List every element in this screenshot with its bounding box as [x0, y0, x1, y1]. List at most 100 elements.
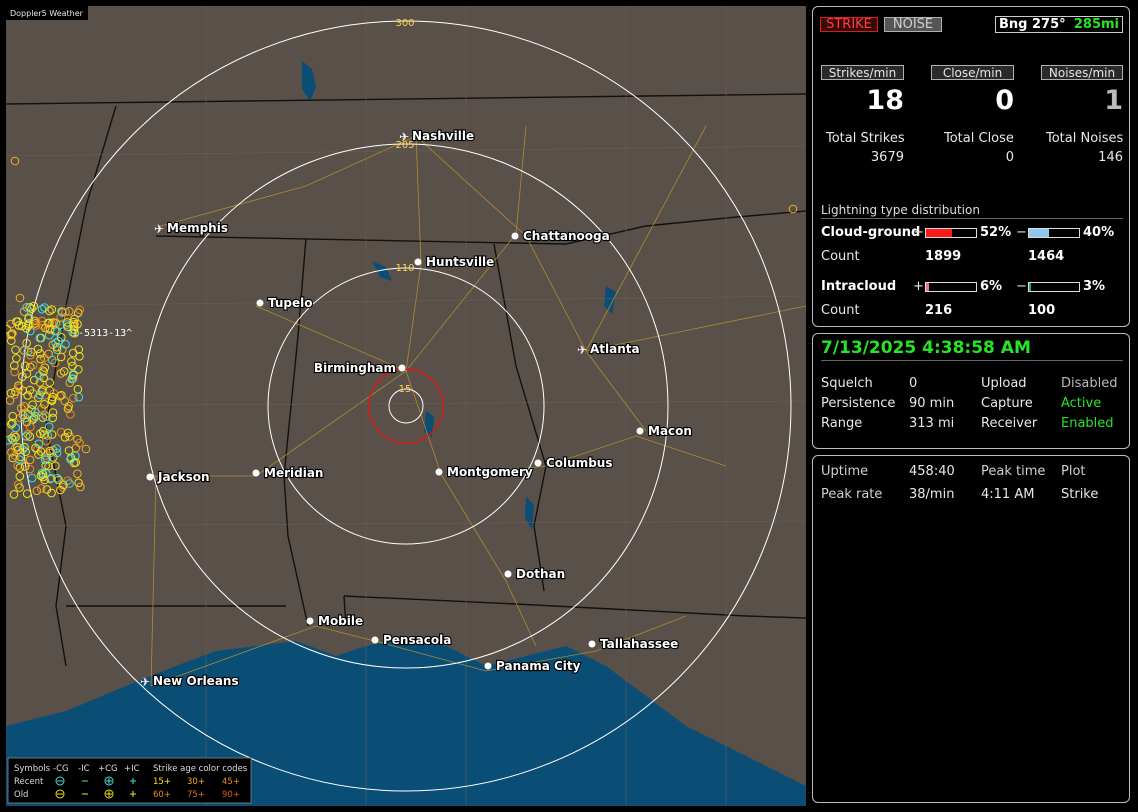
city-label: New Orleans [153, 674, 239, 688]
lightning-map[interactable]: 300 205 110 15 ✈ Nashville✈ MemphisChattan… [6, 6, 806, 806]
squelch-value: 0 [909, 376, 918, 391]
legend-header-pos-cg: +CG [98, 764, 118, 774]
total-noises-label: Total Noises [1046, 131, 1124, 146]
city-chattanooga: Chattanooga [511, 228, 611, 244]
plot-value: Strike [1061, 487, 1099, 502]
city-label: Chattanooga [523, 229, 610, 243]
squelch-label: Squelch [821, 376, 873, 391]
ic-label: Intracloud [821, 279, 897, 294]
cg-count-label: Count [821, 249, 860, 264]
range-label-300: 300 [395, 18, 414, 29]
datetime-display: 7/13/2025 4:38:58 AM [821, 338, 1031, 358]
city-tallahassee: Tallahassee [588, 636, 679, 652]
app-title: Doppler5 Weather [10, 9, 84, 18]
age-90: 90+ [222, 790, 240, 800]
city-dot-icon [398, 364, 406, 372]
settings-panel: 7/13/2025 4:38:58 AM Squelch 0 Upload Di… [812, 333, 1130, 449]
distance-value: 285mi [1073, 17, 1119, 32]
range-label-15: 15 [399, 384, 412, 395]
ic-negative-count: 100 [1028, 303, 1056, 318]
city-pensacola: Pensacola [371, 632, 452, 648]
city-dot-icon [252, 469, 260, 477]
ic-negative-pct: 3% [1083, 279, 1106, 294]
ic-count-label: Count [821, 303, 860, 318]
receiver-value: Enabled [1061, 416, 1114, 431]
city-dot-icon [435, 468, 443, 476]
receiver-label: Receiver [981, 416, 1038, 431]
city-dot-icon [371, 636, 379, 644]
uptime-value: 458:40 [909, 464, 955, 479]
legend-header-neg-cg: -CG [53, 764, 69, 774]
capture-value: Active [1061, 396, 1102, 411]
noise-button[interactable]: NOISE [884, 17, 942, 32]
city-label: Macon [648, 424, 692, 438]
distribution-title: Lightning type distribution [821, 203, 980, 217]
airport-icon: ✈ [577, 343, 587, 357]
city-label: Huntsville [426, 255, 494, 269]
close-per-min-button[interactable]: Close/min [931, 65, 1014, 80]
ic-positive-bar [925, 282, 977, 292]
age-60: 60+ [153, 790, 171, 800]
city-label: Pensacola [383, 633, 451, 647]
cg-minus-sign: − [1016, 225, 1027, 240]
uptime-panel: Uptime 458:40 Peak time Plot Peak rate 3… [812, 455, 1130, 803]
city-montgomery: Montgomery [435, 464, 534, 480]
total-close-value: 0 [1005, 150, 1014, 165]
city-label: Nashville [412, 129, 474, 143]
ic-minus-sign: − [1016, 279, 1027, 294]
range-label-110: 110 [395, 263, 414, 274]
age-75: 75+ [187, 790, 205, 800]
total-close-label: Total Close [944, 131, 1014, 146]
upload-value: Disabled [1061, 376, 1118, 391]
peak-time-value: 4:11 AM [981, 487, 1035, 502]
city-dot-icon [256, 299, 264, 307]
city-dot-icon [534, 459, 542, 467]
city-label: Jackson [157, 470, 210, 484]
capture-label: Capture [981, 396, 1033, 411]
ic-positive-pct: 6% [980, 279, 1003, 294]
route-label: I-5313-13^ [72, 328, 132, 339]
city-dot-icon [511, 232, 519, 240]
cg-positive-bar [925, 228, 977, 238]
city-label: Tupelo [268, 296, 313, 310]
city-meridian: Meridian [252, 465, 325, 481]
city-dot-icon [484, 662, 492, 670]
upload-label: Upload [981, 376, 1027, 391]
range-label: Range [821, 416, 863, 431]
city-label: Birmingham [314, 361, 396, 375]
peak-rate-value: 38/min [909, 487, 955, 502]
city-dot-icon [636, 427, 644, 435]
city-label: Dothan [516, 567, 565, 581]
uptime-label: Uptime [821, 464, 869, 479]
city-birmingham: Birmingham [313, 360, 406, 376]
persistence-label: Persistence [821, 396, 896, 411]
cg-positive-pct: 52% [980, 225, 1012, 240]
plot-label: Plot [1061, 464, 1086, 479]
noises-per-min-value: 1 [1104, 85, 1123, 116]
city-dot-icon [306, 617, 314, 625]
city-label: Columbus [546, 456, 613, 470]
airport-icon: ✈ [154, 222, 164, 236]
ic-negative-bar [1028, 282, 1080, 292]
datetime-divider [821, 360, 1123, 361]
city-dot-icon [504, 570, 512, 578]
peak-rate-label: Peak rate [821, 487, 883, 502]
city-label: Mobile [318, 614, 363, 628]
distribution-divider [821, 218, 1123, 219]
cg-negative-count: 1464 [1028, 249, 1065, 264]
city-atlanta: ✈ Atlanta [577, 341, 641, 357]
legend-recent-label: Recent [14, 777, 44, 787]
noises-per-min-button[interactable]: Noises/min [1041, 65, 1123, 80]
peak-time-label: Peak time [981, 464, 1046, 479]
strike-stats-panel: STRIKE NOISE Bng 275° 285mi Strikes/min … [812, 6, 1130, 327]
strikes-per-min-button[interactable]: Strikes/min [821, 65, 904, 80]
range-value: 313 mi [909, 416, 955, 431]
strike-button[interactable]: STRIKE [820, 17, 878, 32]
legend-old-label: Old [14, 790, 28, 800]
cg-positive-count: 1899 [925, 249, 962, 264]
airport-icon: ✈ [399, 130, 409, 144]
city-label: Panama City [496, 659, 581, 673]
bearing-value: Bng 275° [999, 17, 1066, 32]
legend-header-pos-ic: +IC [124, 764, 140, 774]
strikes-per-min-value: 18 [866, 85, 904, 116]
